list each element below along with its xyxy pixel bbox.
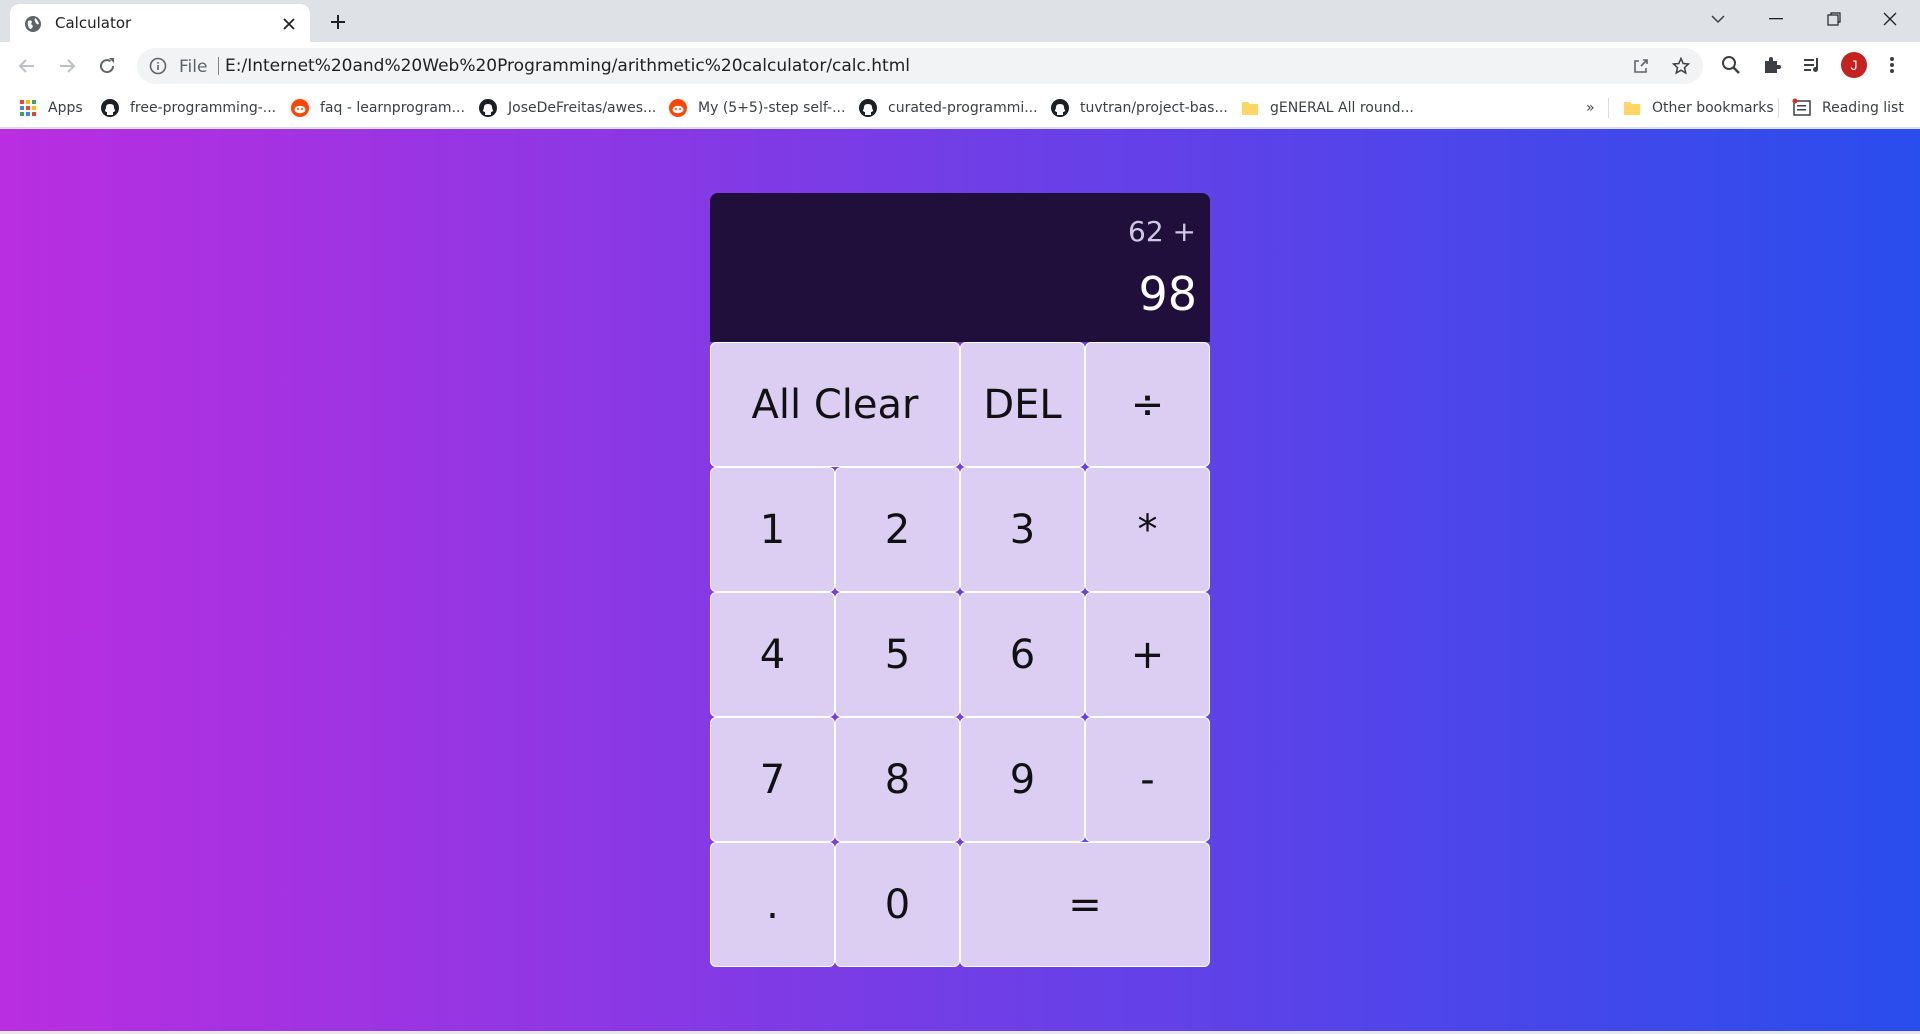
tab-strip: Calculator — [0, 0, 1920, 42]
globe-icon — [24, 15, 42, 33]
current-operand: 98 — [1138, 267, 1197, 321]
page-viewport: 62 + 98 All Clear DEL ÷ 1 2 3 * 4 5 6 + … — [0, 129, 1920, 1031]
github-icon — [100, 98, 120, 118]
bookmark-item[interactable]: tuvtran/project-bas... — [1050, 96, 1228, 120]
bookmark-label: Apps — [48, 100, 83, 116]
bookmarks-divider — [1608, 98, 1609, 118]
bookmark-label: tuvtran/project-bas... — [1080, 100, 1228, 116]
url-text[interactable]: E:/Internet%20and%20Web%20Programming/ar… — [225, 56, 910, 76]
bookmarks-divider — [1778, 98, 1779, 118]
divide-button[interactable]: ÷ — [1085, 342, 1210, 467]
reddit-icon — [668, 98, 688, 118]
extensions-puzzle-icon[interactable] — [1760, 53, 1784, 77]
url-scheme-label: File — [179, 57, 208, 77]
profile-avatar[interactable]: J — [1841, 52, 1867, 78]
bookmark-label: JoseDeFreitas/awes... — [508, 100, 657, 116]
restore-icon[interactable] — [1814, 4, 1854, 34]
tab-search-chevron-icon[interactable] — [1698, 4, 1738, 34]
delete-button[interactable]: DEL — [960, 342, 1085, 467]
equals-button[interactable]: = — [960, 842, 1210, 967]
browser-tab[interactable]: Calculator — [10, 4, 310, 42]
bookmark-item[interactable]: My (5+5)-step self-... — [668, 96, 845, 120]
bookmark-item[interactable]: curated-programmi... — [858, 96, 1038, 120]
site-info-icon[interactable] — [149, 57, 167, 75]
bookmark-label: faq - learnprogram... — [320, 100, 465, 116]
close-tab-icon[interactable] — [278, 13, 300, 35]
reading-list-icon — [1792, 98, 1812, 118]
minimize-icon[interactable] — [1756, 4, 1796, 34]
bookmark-star-icon[interactable] — [1671, 56, 1691, 76]
digit-5-button[interactable]: 5 — [835, 592, 960, 717]
new-tab-icon[interactable] — [325, 9, 351, 35]
omnibox-divider — [218, 57, 219, 75]
plus-button[interactable]: + — [1085, 592, 1210, 717]
bookmark-item[interactable]: faq - learnprogram... — [290, 96, 465, 120]
bookmark-label: curated-programmi... — [888, 100, 1038, 116]
zoom-magnifier-icon[interactable] — [1719, 53, 1743, 77]
digit-3-button[interactable]: 3 — [960, 467, 1085, 592]
bookmark-label: gENERAL All round... — [1270, 100, 1414, 116]
media-playlist-icon[interactable] — [1800, 53, 1824, 77]
bookmarks-overflow-chevron[interactable]: » — [1586, 96, 1595, 120]
forward-arrow-icon[interactable] — [54, 53, 80, 79]
bookmark-apps[interactable]: Apps — [18, 96, 83, 120]
reload-icon[interactable] — [94, 53, 120, 79]
digit-9-button[interactable]: 9 — [960, 717, 1085, 842]
all-clear-button[interactable]: All Clear — [710, 342, 960, 467]
reading-list[interactable]: Reading list — [1792, 96, 1904, 120]
digit-0-button[interactable]: 0 — [835, 842, 960, 967]
digit-2-button[interactable]: 2 — [835, 467, 960, 592]
folder-icon — [1240, 98, 1260, 118]
digit-8-button[interactable]: 8 — [835, 717, 960, 842]
other-bookmarks[interactable]: Other bookmarks — [1622, 96, 1774, 120]
bookmark-label: Other bookmarks — [1652, 100, 1774, 116]
calculator-keypad: All Clear DEL ÷ 1 2 3 * 4 5 6 + 7 8 9 - … — [710, 342, 1210, 967]
digit-6-button[interactable]: 6 — [960, 592, 1085, 717]
github-icon — [1050, 98, 1070, 118]
share-icon[interactable] — [1631, 56, 1651, 76]
browser-toolbar: File E:/Internet%20and%20Web%20Programmi… — [0, 42, 1920, 88]
multiply-button[interactable]: * — [1085, 467, 1210, 592]
bookmark-label: My (5+5)-step self-... — [698, 100, 846, 116]
tab-title: Calculator — [55, 14, 132, 32]
back-arrow-icon[interactable] — [14, 53, 40, 79]
previous-operand: 62 + — [1128, 215, 1196, 248]
github-icon — [858, 98, 878, 118]
digit-4-button[interactable]: 4 — [710, 592, 835, 717]
decimal-point-button[interactable]: . — [710, 842, 835, 967]
bookmark-label: free-programming-... — [130, 100, 277, 116]
folder-icon — [1622, 98, 1642, 118]
close-window-icon[interactable] — [1870, 4, 1910, 34]
kebab-menu-icon[interactable] — [1880, 53, 1904, 77]
calculator-display: 62 + 98 — [710, 193, 1210, 342]
minus-button[interactable]: - — [1085, 717, 1210, 842]
bookmark-folder[interactable]: gENERAL All round... — [1240, 96, 1414, 120]
reddit-icon — [290, 98, 310, 118]
apps-grid-icon — [18, 98, 38, 118]
bookmark-item[interactable]: free-programming-... — [100, 96, 276, 120]
github-icon — [478, 98, 498, 118]
digit-7-button[interactable]: 7 — [710, 717, 835, 842]
bookmark-label: Reading list — [1822, 100, 1904, 116]
address-bar[interactable]: File E:/Internet%20and%20Web%20Programmi… — [137, 48, 1703, 84]
bookmark-item[interactable]: JoseDeFreitas/awes... — [478, 96, 656, 120]
bookmarks-bar: Apps free-programming-... faq - learnpro… — [0, 88, 1920, 128]
digit-1-button[interactable]: 1 — [710, 467, 835, 592]
